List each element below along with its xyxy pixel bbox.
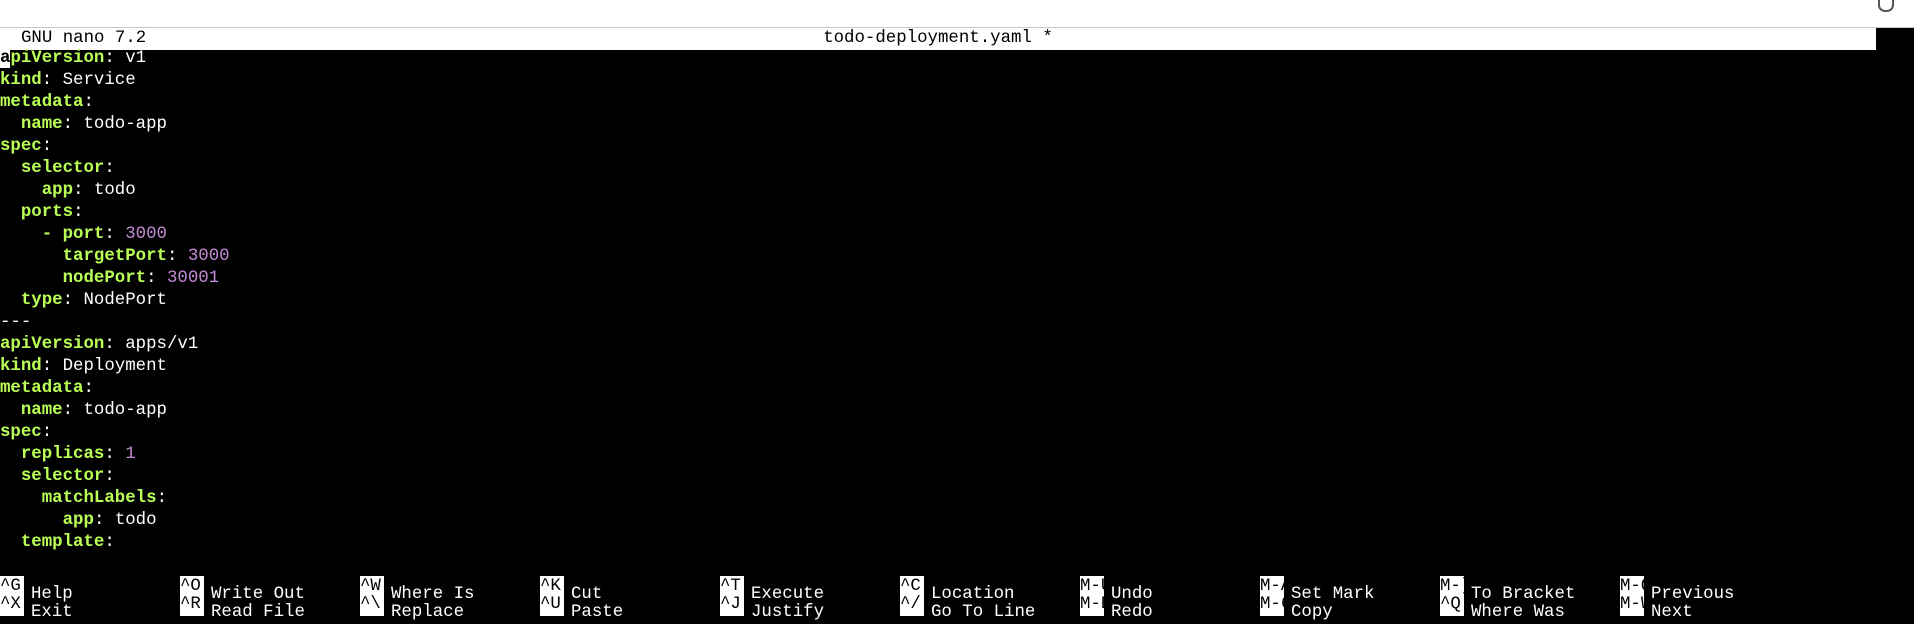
yaml-key: targetPort xyxy=(62,247,167,266)
shortcut-key: ^\ xyxy=(360,594,384,616)
code-line[interactable]: - port: 3000 xyxy=(0,224,1914,246)
code-line[interactable]: app: todo xyxy=(0,510,1914,532)
yaml-key: spec xyxy=(0,423,42,442)
shortcut-label: Exit xyxy=(31,603,73,622)
yaml-key: name xyxy=(20,401,63,420)
shortcut-key: ^/ xyxy=(900,594,924,616)
yaml-value: Deployment xyxy=(62,357,167,376)
yaml-key: apiVersion xyxy=(0,49,105,68)
yaml-key: spec xyxy=(0,137,42,156)
code-line[interactable]: replicas: 1 xyxy=(0,444,1914,466)
shortcut-label: Copy xyxy=(1291,603,1333,622)
shortcut-go-to-line[interactable]: ^/ Go To Line xyxy=(900,594,1035,622)
yaml-key: app xyxy=(62,511,94,530)
code-line[interactable]: template: xyxy=(0,532,1914,554)
yaml-key: app xyxy=(41,181,74,200)
shortcut-label: Next xyxy=(1651,603,1693,622)
yaml-key: apiVersion xyxy=(0,335,105,354)
code-line[interactable]: --- xyxy=(0,312,1914,334)
shortcut-key: ^J xyxy=(720,594,744,616)
yaml-key: metadata xyxy=(0,93,84,112)
code-line[interactable]: selector: xyxy=(0,466,1914,488)
shortcut-label: Redo xyxy=(1111,603,1153,622)
code-line[interactable]: app: todo xyxy=(0,180,1914,202)
code-line[interactable]: metadata: xyxy=(0,378,1914,400)
code-line[interactable]: spec: xyxy=(0,136,1914,158)
shortcut-key: M-W xyxy=(1620,594,1644,616)
yaml-value: todo-app xyxy=(83,115,168,134)
code-line[interactable]: name: todo-app xyxy=(0,114,1914,136)
shortcut-key: ^R xyxy=(180,594,204,616)
text-cursor: a xyxy=(0,49,11,68)
yaml-value: apps/v1 xyxy=(125,335,199,354)
yaml-key: ports xyxy=(20,203,74,222)
yaml-key: matchLabels xyxy=(41,489,157,508)
code-line[interactable]: name: todo-app xyxy=(0,400,1914,422)
shortcut-label: Paste xyxy=(571,603,624,622)
yaml-key: template xyxy=(20,533,105,552)
shortcut-read-file[interactable]: ^R Read File xyxy=(180,594,305,622)
code-line[interactable]: type: NodePort xyxy=(0,290,1914,312)
shortcut-where-was[interactable]: ^Q Where Was xyxy=(1440,594,1565,622)
shortcut-label: Justify xyxy=(751,603,825,622)
document-separator: --- xyxy=(0,313,32,332)
yaml-key: port xyxy=(62,225,105,244)
code-line[interactable]: apiVersion: apps/v1 xyxy=(0,334,1914,356)
yaml-value: NodePort xyxy=(83,291,168,310)
code-line[interactable]: spec: xyxy=(0,422,1914,444)
shortcut-key: ^Q xyxy=(1440,594,1464,616)
yaml-value: todo xyxy=(114,511,157,530)
yaml-value: Service xyxy=(62,71,136,90)
yaml-key: selector xyxy=(20,467,105,486)
file-name: todo-deployment.yaml * xyxy=(823,29,1053,48)
shortcut-label: Read File xyxy=(211,603,305,622)
shortcut-next[interactable]: M-W Next xyxy=(1620,594,1693,622)
yaml-key: kind xyxy=(0,71,42,90)
code-line[interactable]: metadata: xyxy=(0,92,1914,114)
code-line[interactable]: kind: Service xyxy=(0,70,1914,92)
yaml-value: v1 xyxy=(125,49,147,68)
yaml-key: selector xyxy=(20,159,105,178)
shortcut-label: Go To Line xyxy=(931,603,1036,622)
yaml-value: todo-app xyxy=(83,401,168,420)
editor-text-area[interactable]: apiVersion: v1 kind: Service metadata: nam… xyxy=(0,48,1914,554)
code-line[interactable]: selector: xyxy=(0,158,1914,180)
yaml-value: todo xyxy=(93,181,136,200)
yaml-key: replicas xyxy=(20,445,105,464)
shortcut-bar: ^G Help ^O Write Out ^W Where Is ^K Cut ^T Execut… xyxy=(0,576,1914,622)
shortcut-key: M-E xyxy=(1080,594,1104,616)
code-line[interactable]: targetPort: 3000 xyxy=(0,246,1914,268)
yaml-number-value: 30001 xyxy=(167,269,220,288)
shortcut-copy[interactable]: M-6 Copy xyxy=(1260,594,1333,622)
browser-top-strip xyxy=(0,0,1914,28)
shortcut-key: ^U xyxy=(540,594,564,616)
shortcut-redo[interactable]: M-E Redo xyxy=(1080,594,1153,622)
shortcut-paste[interactable]: ^U Paste xyxy=(540,594,623,622)
shortcut-key: M-6 xyxy=(1260,594,1284,616)
shortcut-label: Replace xyxy=(391,603,465,622)
yaml-key: kind xyxy=(0,357,42,376)
shortcut-justify[interactable]: ^J Justify xyxy=(720,594,824,622)
list-dash: - xyxy=(41,225,63,244)
code-line[interactable]: apiVersion: v1 xyxy=(0,48,1914,70)
code-line[interactable]: kind: Deployment xyxy=(0,356,1914,378)
shortcut-replace[interactable]: ^\ Replace xyxy=(360,594,464,622)
shortcut-key: ^X xyxy=(0,594,24,616)
yaml-number-value: 1 xyxy=(125,445,136,464)
yaml-number-value: 3000 xyxy=(187,247,230,266)
yaml-key: nodePort xyxy=(62,269,147,288)
corner-icon[interactable] xyxy=(1878,0,1894,12)
shortcut-label: Where Was xyxy=(1471,603,1565,622)
nano-title-bar: GNU nano 7.2 todo-deployment.yaml * xyxy=(0,28,1876,50)
yaml-key: name xyxy=(20,115,63,134)
yaml-key: metadata xyxy=(0,379,84,398)
yaml-number-value: 3000 xyxy=(125,225,167,244)
shortcut-exit[interactable]: ^X Exit xyxy=(0,594,73,622)
code-line[interactable]: matchLabels: xyxy=(0,488,1914,510)
yaml-key: type xyxy=(20,291,63,310)
code-line[interactable]: nodePort: 30001 xyxy=(0,268,1914,290)
code-line[interactable]: ports: xyxy=(0,202,1914,224)
